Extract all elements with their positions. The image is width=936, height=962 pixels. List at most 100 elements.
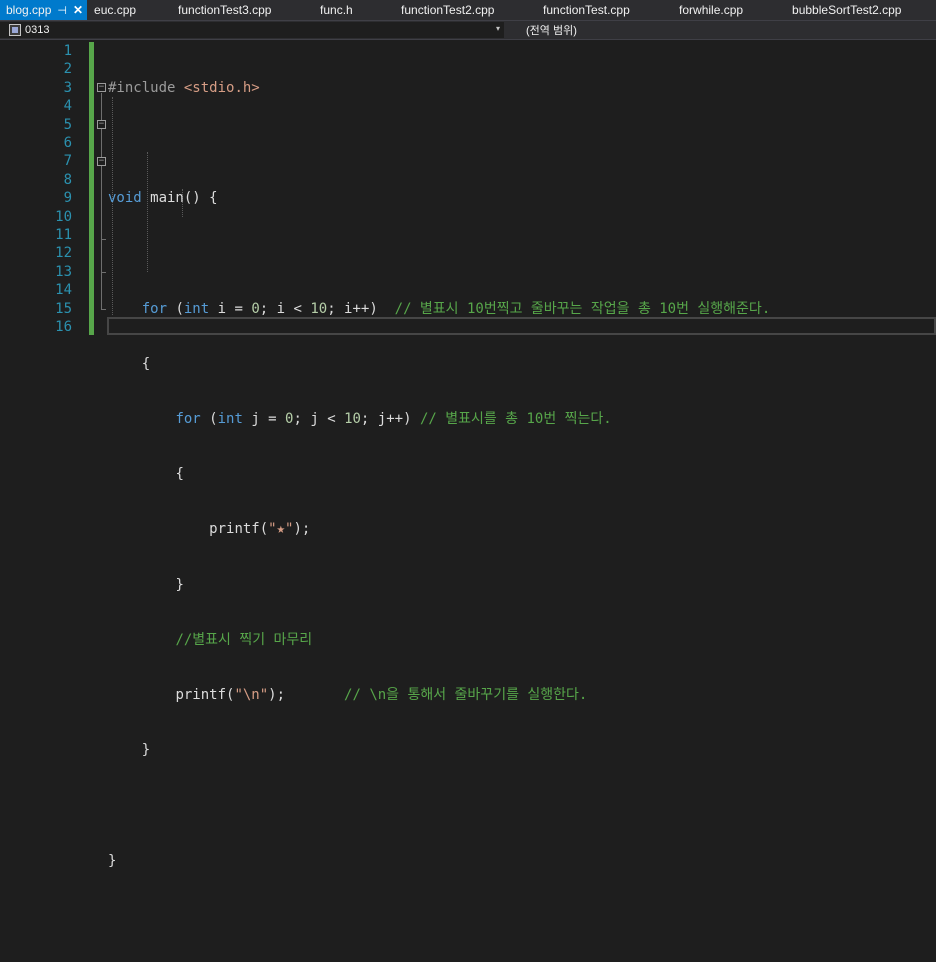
- tab-label: forwhile.cpp: [679, 3, 744, 17]
- tab-func-h[interactable]: func.h: [320, 0, 401, 20]
- number-literal: 10: [344, 411, 361, 428]
- number-literal: 10: [310, 300, 328, 317]
- string-literal: "\n": [234, 687, 269, 704]
- code-line-12: printf("\n"); // \n을 통해서 줄바꾸기를 실행한다.: [108, 686, 770, 704]
- line-number: 13: [55, 263, 72, 280]
- line-number: 2: [63, 61, 72, 78]
- code-text: ; i++): [327, 300, 395, 317]
- keyword: void: [108, 190, 142, 207]
- line-number: 5: [63, 116, 72, 133]
- code-line-5: for (int i = 0; i < 10; i++) // 별표시 10번찍…: [108, 300, 771, 318]
- line-number: 16: [55, 319, 72, 336]
- collapse-icon[interactable]: −: [97, 83, 106, 92]
- tab-forwhile-cpp[interactable]: forwhile.cpp: [679, 0, 792, 20]
- brace: }: [141, 742, 151, 759]
- outline-line-end: [101, 239, 106, 240]
- tab-functiontest3-cpp[interactable]: functionTest3.cpp: [178, 0, 320, 20]
- keyword: int: [183, 300, 210, 317]
- brace: {: [141, 355, 151, 372]
- tab-functiontest-cpp[interactable]: functionTest.cpp: [543, 0, 679, 20]
- change-tracking-bar: [89, 42, 94, 335]
- tab-label: bubbleSortTest2.cpp: [792, 3, 902, 17]
- tab-blog-cpp[interactable]: blog.cpp ⊣ ✕: [0, 0, 88, 20]
- comment: // \n을 통해서 줄바꾸기를 실행한다.: [344, 687, 588, 704]
- tab-label: functionTest3.cpp: [178, 3, 272, 17]
- glyph-margin: [0, 40, 22, 522]
- tab-functiontest2-cpp[interactable]: functionTest2.cpp: [401, 0, 543, 20]
- tab-bubblesorttest2-cpp[interactable]: bubbleSortTest2.cpp: [792, 0, 920, 20]
- line-number: 15: [55, 300, 72, 317]
- code-text: ; j++): [360, 411, 420, 428]
- navigation-bar: 0313 ▾ (전역 범위): [0, 20, 936, 40]
- line-number: 7: [63, 153, 72, 170]
- tab-label: euc.cpp: [94, 3, 137, 17]
- code-line-9: printf("★");: [108, 520, 770, 538]
- line-number: 4: [63, 98, 72, 115]
- project-icon: [9, 24, 21, 36]
- tab-bar: blog.cpp ⊣ ✕ euc.cpp functionTest3.cpp f…: [0, 0, 936, 20]
- close-icon[interactable]: ✕: [73, 3, 83, 17]
- code-line-13: }: [108, 741, 770, 759]
- code-text: i =: [209, 300, 252, 317]
- chevron-down-icon: ▾: [495, 24, 500, 33]
- brace: {: [175, 466, 184, 483]
- tab-label: functionTest2.cpp: [401, 3, 495, 17]
- scope-label: (전역 범위): [526, 25, 577, 37]
- code-line-15: }: [108, 852, 770, 870]
- collapse-icon[interactable]: −: [97, 157, 106, 166]
- code-text: printf(: [209, 521, 269, 538]
- project-dropdown[interactable]: 0313 ▾: [0, 22, 504, 38]
- pin-icon[interactable]: ⊣: [57, 4, 67, 17]
- tab-label: functionTest.cpp: [543, 3, 630, 17]
- code-line-6: {: [108, 355, 770, 373]
- comment: //별표시 찍기 마무리: [175, 631, 313, 648]
- code-line-11: //별표시 찍기 마무리: [108, 631, 770, 649]
- code-line-7: for (int j = 0; j < 10; j++) // 별표시를 총 1…: [108, 410, 770, 428]
- line-number: 9: [63, 190, 72, 207]
- code-area[interactable]: #include <stdio.h> void main() { for (in…: [108, 42, 770, 962]
- code-text: (: [200, 411, 218, 428]
- line-number: 12: [55, 245, 72, 262]
- keyword: int: [217, 411, 243, 428]
- tab-euc-cpp[interactable]: euc.cpp: [87, 0, 178, 20]
- code-editor[interactable]: 1 2 3 4 5 6 7 8 9 10 11 12 13 14 15 16 −…: [0, 40, 936, 869]
- line-number: 14: [55, 282, 72, 299]
- code-text: ; j <: [293, 411, 345, 428]
- tab-label: func.h: [320, 3, 353, 17]
- string-literal: "★": [268, 521, 294, 538]
- code-text: );: [268, 687, 345, 704]
- code-text: main() {: [141, 190, 218, 207]
- code-line-10: }: [108, 576, 770, 594]
- line-number: 3: [63, 79, 72, 96]
- code-text: printf(: [175, 687, 235, 704]
- line-number: 10: [55, 208, 72, 225]
- brace: }: [108, 852, 117, 869]
- keyword: for: [175, 411, 201, 428]
- comment: // 별표시 10번찍고 줄바꾸는 작업을 총 10번 실행해준다.: [394, 300, 771, 317]
- collapse-icon[interactable]: −: [97, 120, 106, 129]
- scope-dropdown[interactable]: (전역 범위): [520, 22, 577, 38]
- line-number: 6: [63, 135, 72, 152]
- brace: }: [175, 576, 184, 593]
- keyword: for: [141, 300, 168, 317]
- outline-line-end: [101, 272, 106, 273]
- code-text: (: [167, 300, 184, 317]
- code-text: );: [293, 521, 311, 538]
- line-number: 11: [55, 227, 72, 244]
- outline-line: [101, 229, 102, 239]
- comment: // 별표시를 총 10번 찍는다.: [419, 411, 612, 428]
- tab-label: blog.cpp: [6, 3, 52, 17]
- preprocessor-directive: #include: [108, 79, 176, 96]
- code-text: j =: [242, 411, 286, 428]
- code-line-8: {: [108, 465, 770, 483]
- line-number-gutter: 1 2 3 4 5 6 7 8 9 10 11 12 13 14 15 16: [22, 40, 72, 337]
- line-number: 1: [63, 43, 72, 59]
- include-header: <stdio.h>: [183, 79, 260, 96]
- number-literal: 0: [251, 300, 260, 317]
- line-number: 8: [63, 171, 72, 188]
- project-name: 0313: [25, 24, 50, 36]
- code-text: ; i <: [259, 300, 311, 317]
